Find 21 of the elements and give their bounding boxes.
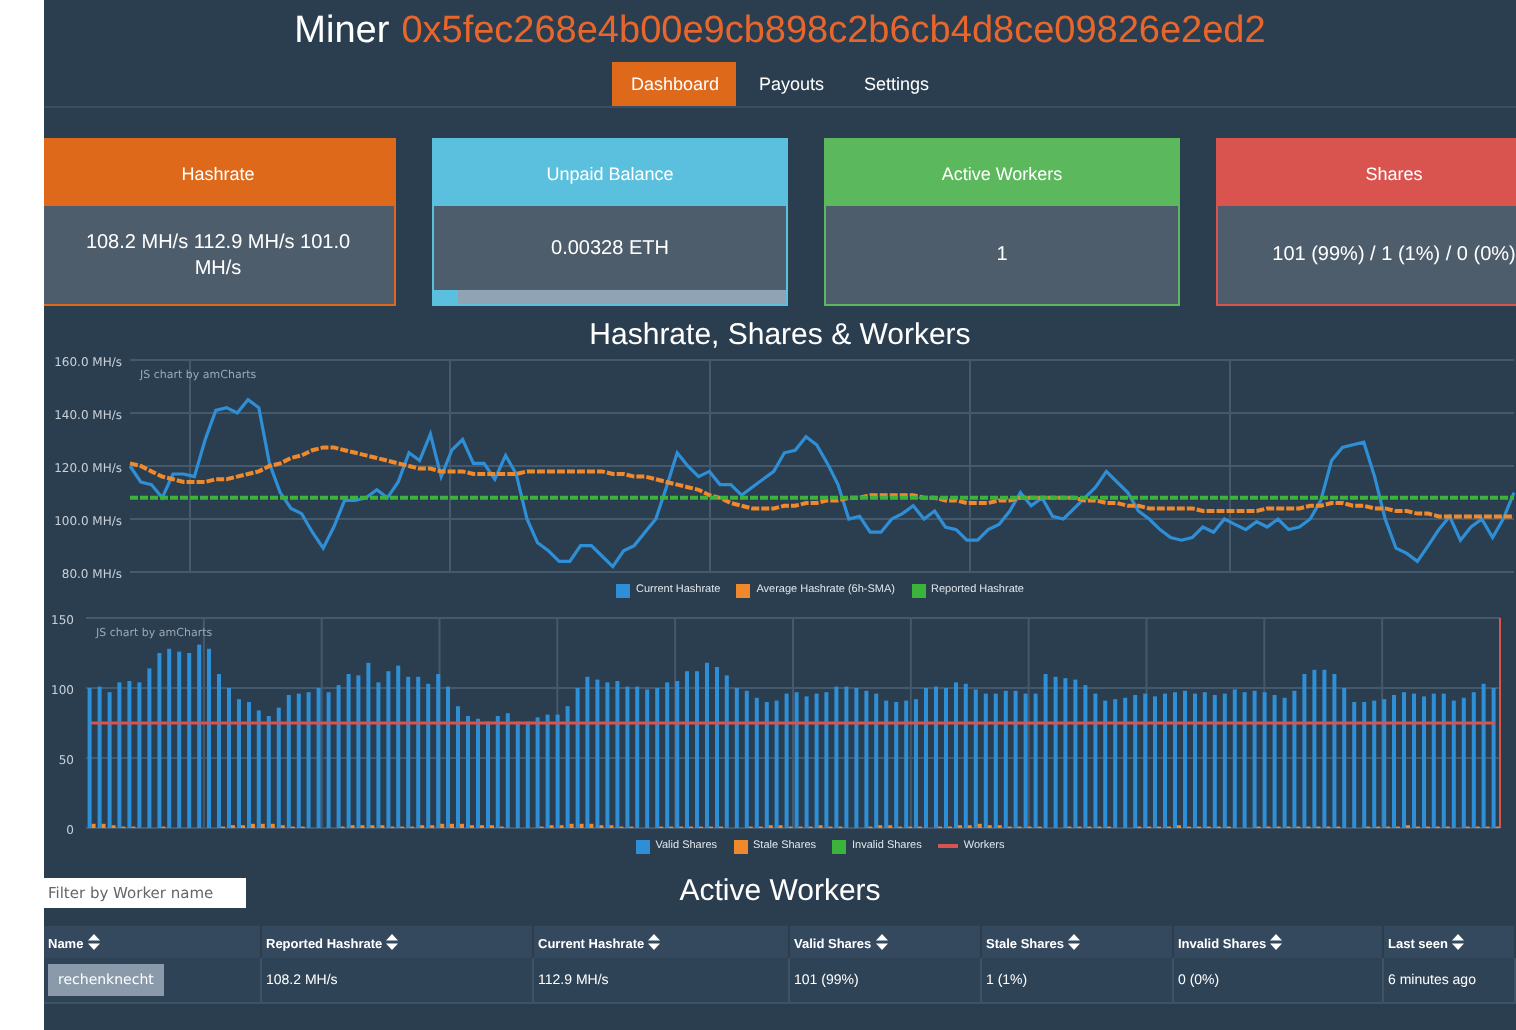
card-value: 0.00328 ETH	[549, 235, 671, 261]
sort-icon	[875, 933, 888, 949]
chart-title: Hashrate, Shares & Workers	[587, 318, 973, 350]
card-title: Active Workers	[826, 140, 1178, 206]
sort-icon	[648, 933, 661, 949]
miner-address: 0x5fec268e4b00e9cb898c2b6cb4d8ce09826e2ed2	[401, 10, 1266, 52]
sort-icon	[1270, 933, 1283, 949]
card-value: 101 (99%) / 1 (1%) / 0 (0%)	[1270, 242, 1516, 268]
sort-icon	[87, 933, 100, 949]
card-title: Shares	[1218, 140, 1516, 206]
section-title: Active Workers	[679, 874, 881, 906]
page-title: Miner	[294, 10, 390, 52]
nav-tab[interactable]: Settings	[846, 62, 948, 106]
card-value: 1	[994, 242, 1010, 268]
card-value: 108.2 MH/s 112.9 MH/s 101.0 MH/s	[83, 229, 353, 281]
card-title: Hashrate	[44, 140, 394, 206]
nav-tab[interactable]: Payouts	[740, 62, 843, 106]
sort-icon	[1068, 933, 1081, 949]
sort-icon	[1452, 933, 1464, 949]
sort-icon	[386, 933, 399, 949]
card-title: Unpaid Balance	[434, 140, 786, 206]
